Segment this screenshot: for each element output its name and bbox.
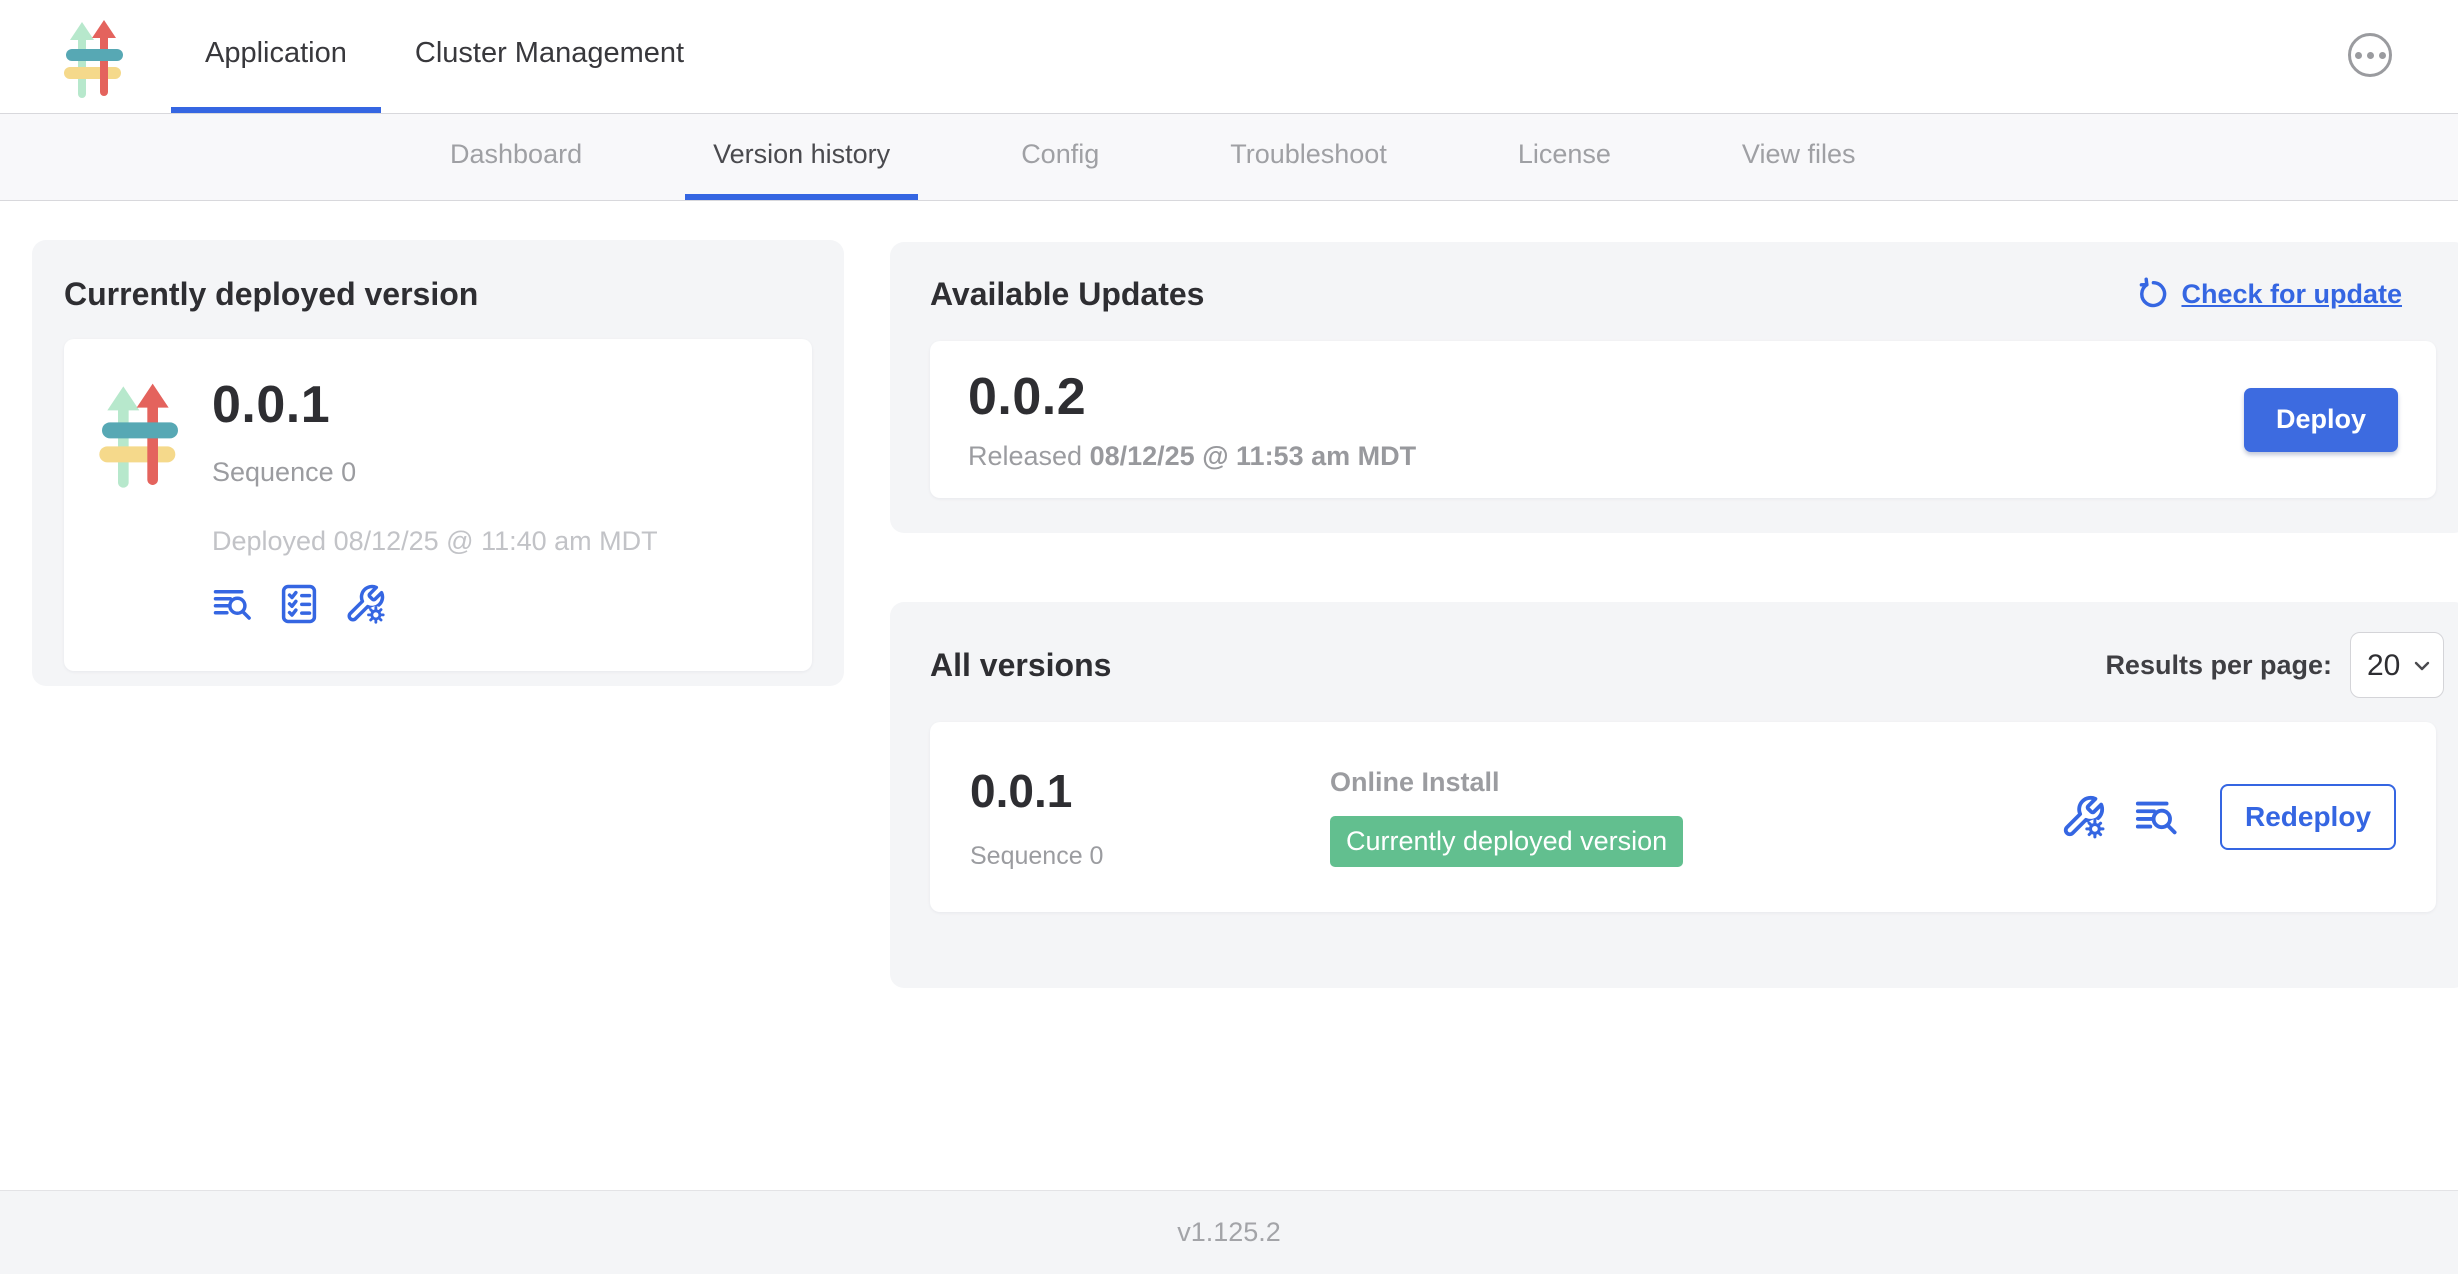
all-versions-title: All versions bbox=[930, 647, 1111, 684]
app-subnav: Dashboard Version history Config Trouble… bbox=[0, 113, 2458, 201]
redeploy-button[interactable]: Redeploy bbox=[2220, 784, 2396, 850]
row-sequence: Sequence 0 bbox=[970, 842, 1330, 871]
edit-config-icon[interactable] bbox=[2060, 794, 2106, 840]
edit-config-icon[interactable] bbox=[344, 583, 386, 625]
update-version-info: 0.0.2 Released 08/12/25 @ 11:53 am MDT bbox=[968, 367, 1416, 472]
tab-config[interactable]: Config bbox=[993, 114, 1127, 200]
tab-dashboard[interactable]: Dashboard bbox=[422, 114, 610, 200]
console-version: v1.125.2 bbox=[1177, 1217, 1281, 1248]
currently-deployed-badge: Currently deployed version bbox=[1330, 816, 1683, 867]
version-row: 0.0.1 Sequence 0 Online Install Currentl… bbox=[930, 722, 2436, 912]
row-status: Online Install Currently deployed versio… bbox=[1330, 767, 2060, 867]
refresh-icon bbox=[2133, 277, 2169, 313]
available-updates-panel: Available Updates Check for update 0.0.2… bbox=[890, 242, 2458, 533]
version-history-page: Application Cluster Management Dashboard… bbox=[0, 0, 2458, 1274]
results-per-page-label: Results per page: bbox=[2105, 650, 2332, 681]
deployed-timestamp: Deployed 08/12/25 @ 11:40 am MDT bbox=[212, 526, 658, 557]
tab-view-files[interactable]: View files bbox=[1714, 114, 1884, 200]
view-logs-icon[interactable] bbox=[212, 583, 254, 625]
preflight-checks-icon[interactable] bbox=[278, 583, 320, 625]
check-for-update-link[interactable]: Check for update bbox=[2133, 277, 2402, 313]
deployed-version-info: 0.0.1 Sequence 0 Deployed 08/12/25 @ 11:… bbox=[212, 375, 658, 635]
tab-cluster-management[interactable]: Cluster Management bbox=[381, 0, 718, 113]
view-logs-icon[interactable] bbox=[2134, 794, 2180, 840]
app-logo-icon bbox=[63, 18, 123, 94]
deployed-actions bbox=[212, 583, 658, 625]
results-per-page: Results per page: 20 bbox=[2105, 632, 2444, 698]
page-footer: v1.125.2 bbox=[0, 1190, 2458, 1274]
row-version-number: 0.0.1 bbox=[970, 764, 1330, 818]
currently-deployed-panel: Currently deployed version 0.0.1 Sequenc… bbox=[32, 240, 844, 686]
app-header: Application Cluster Management bbox=[0, 0, 2458, 113]
update-version-number: 0.0.2 bbox=[968, 367, 1416, 427]
currently-deployed-title: Currently deployed version bbox=[64, 276, 812, 313]
deploy-button[interactable]: Deploy bbox=[2244, 388, 2398, 452]
all-versions-panel: All versions Results per page: 20 0.0.1 … bbox=[890, 602, 2458, 988]
tab-version-history[interactable]: Version history bbox=[685, 114, 918, 200]
header-tabs: Application Cluster Management bbox=[171, 0, 718, 113]
row-actions: Redeploy bbox=[2060, 784, 2396, 850]
app-logo-icon bbox=[98, 381, 178, 487]
deployed-version-card: 0.0.1 Sequence 0 Deployed 08/12/25 @ 11:… bbox=[64, 339, 812, 671]
row-version-info: 0.0.1 Sequence 0 bbox=[970, 764, 1330, 871]
overflow-menu-icon[interactable] bbox=[2348, 33, 2392, 77]
install-type-label: Online Install bbox=[1330, 767, 2060, 798]
deployed-sequence: Sequence 0 bbox=[212, 457, 658, 488]
tab-license[interactable]: License bbox=[1490, 114, 1639, 200]
update-version-card: 0.0.2 Released 08/12/25 @ 11:53 am MDT D… bbox=[930, 341, 2436, 498]
tab-troubleshoot[interactable]: Troubleshoot bbox=[1202, 114, 1415, 200]
tab-application[interactable]: Application bbox=[171, 0, 381, 113]
update-released-timestamp: Released 08/12/25 @ 11:53 am MDT bbox=[968, 441, 1416, 472]
available-updates-title: Available Updates bbox=[930, 276, 1204, 313]
check-for-update-label: Check for update bbox=[2181, 279, 2402, 310]
results-per-page-select[interactable]: 20 bbox=[2350, 632, 2444, 698]
deployed-version-number: 0.0.1 bbox=[212, 375, 658, 435]
